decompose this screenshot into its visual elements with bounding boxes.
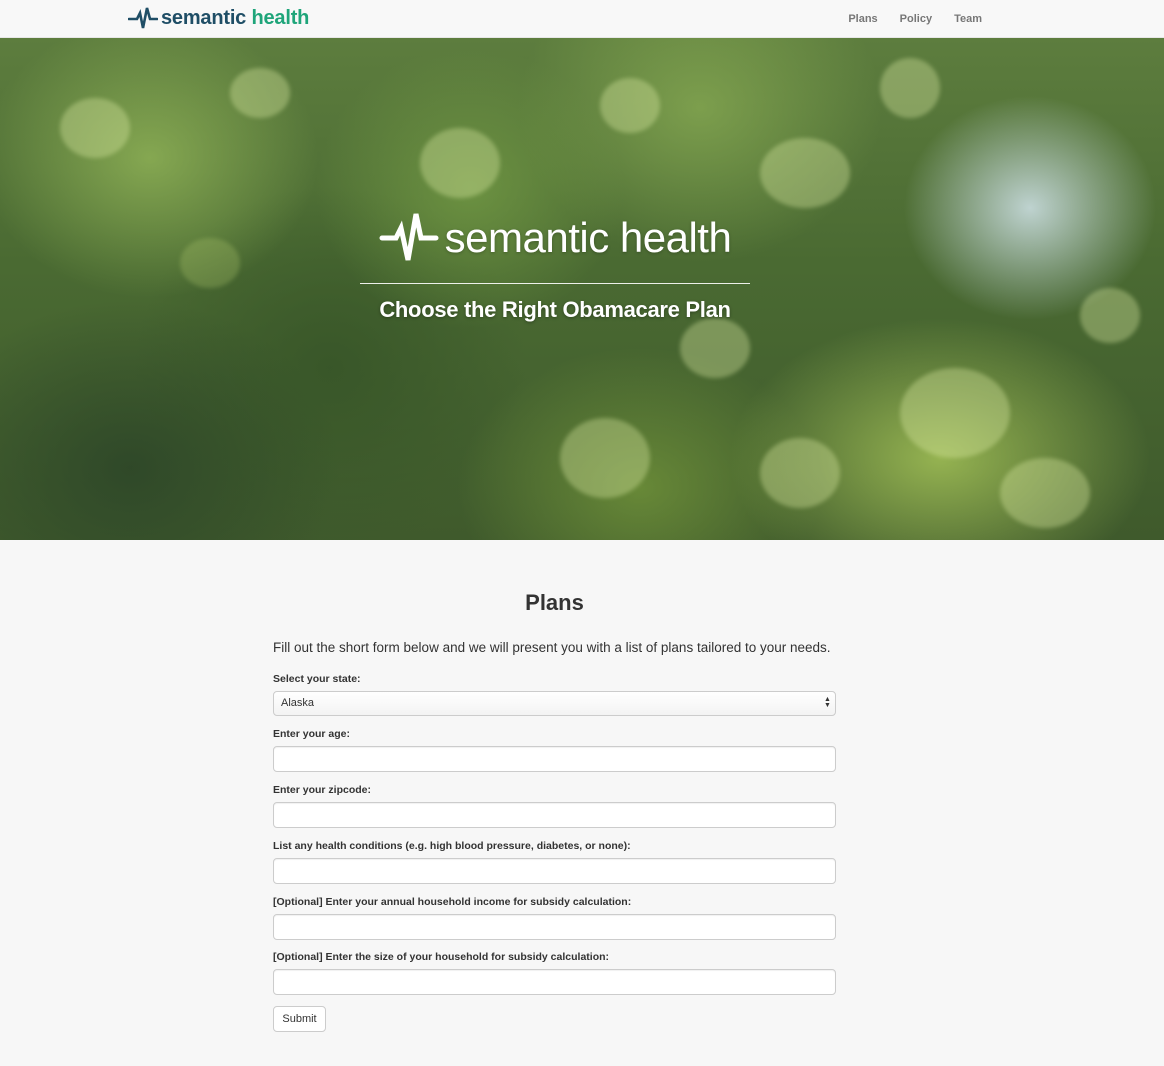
hero-banner: semantic health Choose the Right Obamaca… xyxy=(0,38,1164,540)
zipcode-input[interactable] xyxy=(273,802,836,828)
state-select-value: Alaska xyxy=(281,697,315,709)
hero-tagline: Choose the Right Obamacare Plan xyxy=(379,297,731,322)
age-label: Enter your age: xyxy=(273,728,351,740)
hero-divider xyxy=(360,283,750,284)
state-select[interactable]: Alaska ▲ ▼ xyxy=(273,691,836,716)
nav-link-team[interactable]: Team xyxy=(954,13,982,25)
income-input[interactable] xyxy=(273,914,836,940)
brand-name-part1: semantic xyxy=(161,6,247,29)
hero-logo: semantic health xyxy=(360,208,750,268)
brand-logo-link[interactable]: semantic health xyxy=(128,4,309,32)
health-conditions-input[interactable] xyxy=(273,858,836,884)
brand-name: semantic health xyxy=(161,7,309,30)
income-label: [Optional] Enter your annual household i… xyxy=(273,896,632,908)
household-size-label: [Optional] Enter the size of your househ… xyxy=(273,951,610,963)
nav-link-policy[interactable]: Policy xyxy=(900,13,932,25)
heartbeat-pulse-icon xyxy=(379,206,439,271)
health-conditions-label: List any health conditions (e.g. high bl… xyxy=(273,840,631,852)
plans-intro-text: Fill out the short form below and we wil… xyxy=(273,640,831,655)
nav-links: Plans Policy Team xyxy=(848,0,982,37)
navbar: semantic health Plans Policy Team xyxy=(0,0,1164,38)
age-input[interactable] xyxy=(273,746,836,772)
household-size-input[interactable] xyxy=(273,969,836,995)
heartbeat-pulse-icon xyxy=(128,4,158,32)
zipcode-label: Enter your zipcode: xyxy=(273,784,372,796)
brand-name-part2: health xyxy=(251,6,310,29)
plans-section-title: Plans xyxy=(525,590,584,615)
select-arrows-icon: ▲ ▼ xyxy=(824,696,831,709)
hero-logo-text: semantic health xyxy=(444,214,732,261)
submit-button[interactable]: Submit xyxy=(273,1006,326,1032)
state-label: Select your state: xyxy=(273,673,361,685)
nav-link-plans[interactable]: Plans xyxy=(848,13,877,25)
